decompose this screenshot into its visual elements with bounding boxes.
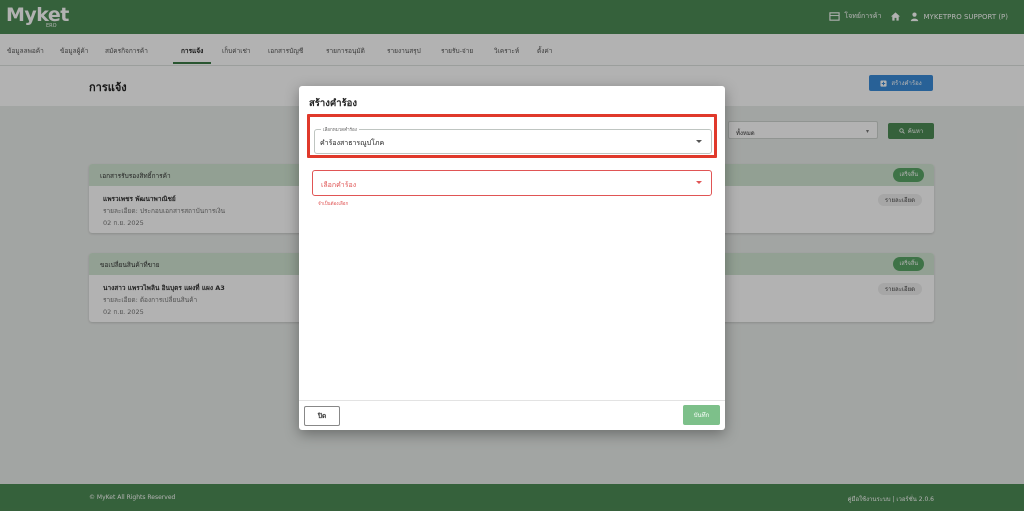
request-category-select[interactable]: เลือกหมวดคำร้อง คำร้องสาธารณูปโภค [314, 126, 712, 154]
save-button[interactable]: บันทึก [683, 405, 720, 425]
chevron-down-icon [696, 181, 702, 184]
request-type-error: จำเป็นต้องเลือก [318, 202, 349, 207]
request-category-value: คำร้องสาธารณูปโภค [320, 139, 385, 147]
request-type-placeholder: เลือกคำร้อง [321, 181, 357, 189]
close-button[interactable]: ปิด [304, 406, 340, 426]
chevron-down-icon [696, 140, 702, 143]
dialog-title: สร้างคำร้อง [309, 98, 358, 109]
request-category-label: เลือกหมวดคำร้อง [321, 126, 359, 133]
create-request-dialog: สร้างคำร้อง เลือกหมวดคำร้อง คำร้องสาธารณ… [299, 86, 725, 430]
request-type-select[interactable]: เลือกคำร้อง [312, 170, 712, 196]
dialog-footer: ปิด บันทึก [299, 400, 725, 430]
